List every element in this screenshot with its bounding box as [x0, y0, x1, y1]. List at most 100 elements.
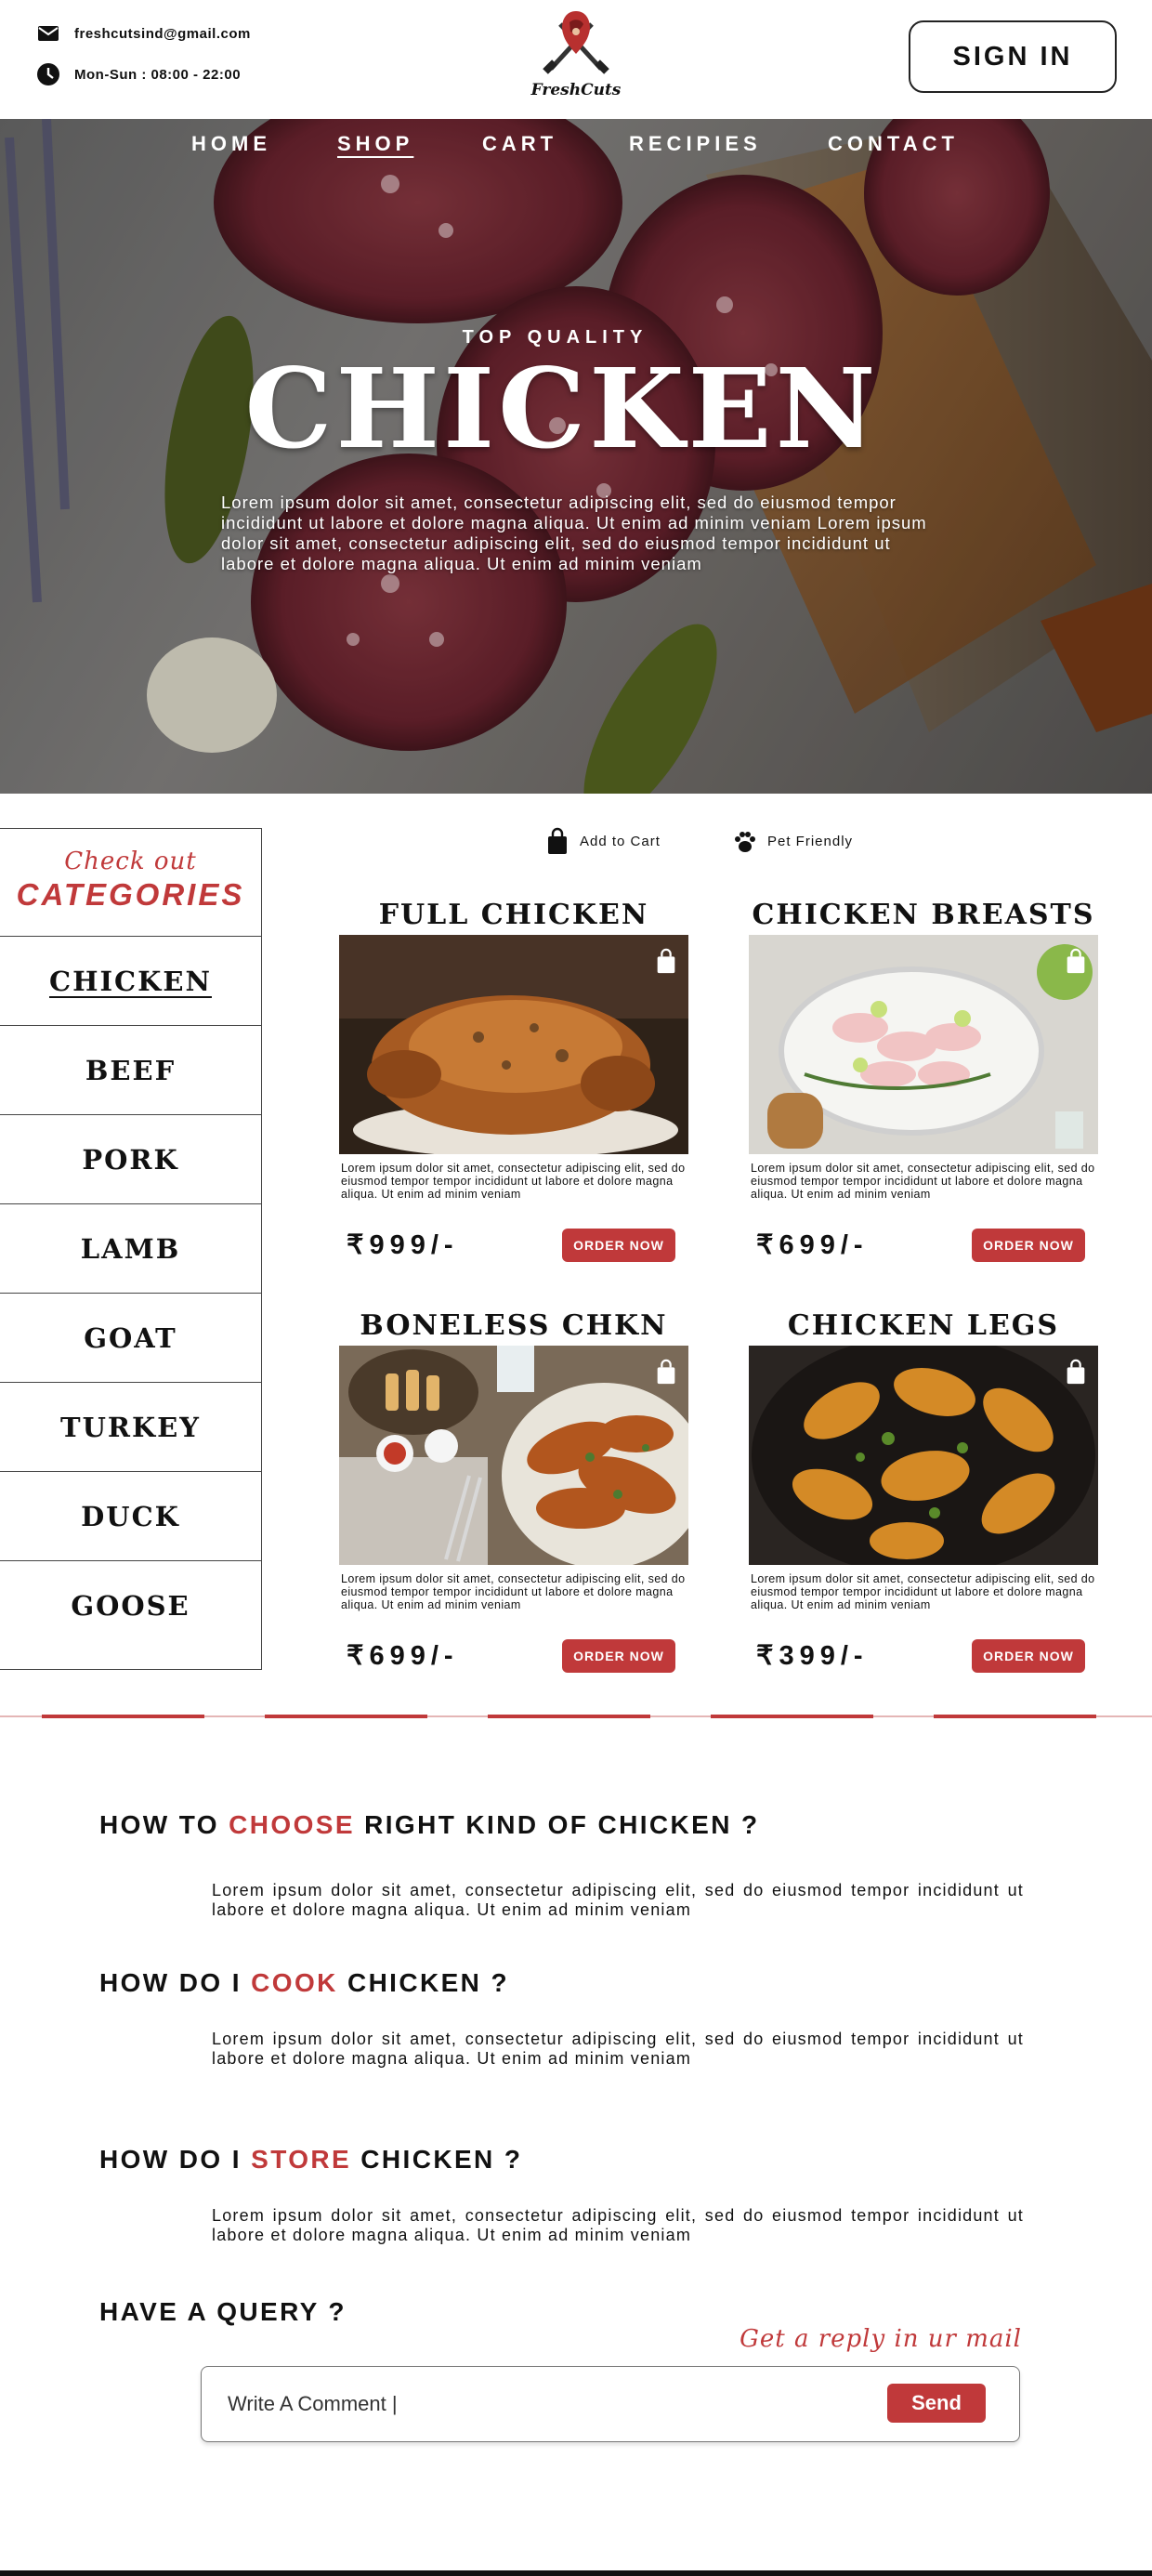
bottom-bar — [0, 2570, 1152, 2576]
product-price: ₹399/- — [756, 1641, 869, 1671]
comment-input[interactable] — [228, 2387, 822, 2421]
divider-segment — [934, 1715, 1096, 1718]
section-divider — [0, 1715, 1152, 1718]
paw-icon — [735, 832, 755, 852]
product-footer: ₹699/- ORDER NOW — [339, 1636, 688, 1678]
faq-question-text: CHICKEN ? — [337, 1968, 509, 1997]
category-lamb[interactable]: LAMB — [0, 1204, 261, 1294]
divider-segment — [42, 1715, 204, 1718]
logo-icon — [543, 11, 609, 74]
category-label: DUCK — [81, 1500, 180, 1532]
faq-question-choose: HOW TO CHOOSE RIGHT KIND OF CHICKEN ? — [99, 1810, 760, 1840]
category-label: PORK — [82, 1143, 179, 1176]
clock-icon — [37, 63, 59, 85]
mail-icon — [38, 26, 59, 41]
shopping-bag-icon[interactable] — [1065, 948, 1087, 974]
send-button[interactable]: Send — [887, 2384, 986, 2423]
product-card-chicken-breasts: CHICKEN BREASTS Lorem ipsum dolor sit am… — [749, 898, 1098, 1268]
boneless-chicken-photo — [339, 1346, 688, 1565]
order-now-button[interactable]: ORDER NOW — [972, 1639, 1085, 1673]
sidebar-header: Check out CATEGORIES — [0, 829, 261, 937]
shopping-bag-icon — [548, 827, 567, 854]
logo-text: FreshCuts — [530, 81, 622, 99]
nav-contact[interactable]: CONTACT — [828, 132, 959, 156]
comment-form: Send — [201, 2366, 1020, 2442]
category-goat[interactable]: GOAT — [0, 1294, 261, 1383]
category-label: BEEF — [85, 1054, 177, 1086]
product-footer: ₹699/- ORDER NOW — [749, 1225, 1098, 1268]
shopping-bag-icon[interactable] — [655, 1359, 677, 1385]
sign-in-button[interactable]: SIGN IN — [909, 20, 1117, 93]
product-image[interactable] — [749, 1346, 1098, 1565]
category-beef[interactable]: BEEF — [0, 1026, 261, 1115]
query-title: HAVE A QUERY ? — [99, 2297, 347, 2326]
legend-add-to-cart: Add to Cart — [546, 827, 661, 855]
category-chicken[interactable]: CHICKEN — [0, 937, 261, 1026]
product-description: Lorem ipsum dolor sit amet, consectetur … — [751, 1572, 1095, 1611]
faq-answer: Lorem ipsum dolor sit amet, consectetur … — [212, 2030, 1024, 2068]
product-footer: ₹999/- ORDER NOW — [339, 1225, 688, 1268]
nav-cart[interactable]: CART — [482, 132, 557, 156]
hero-description: Lorem ipsum dolor sit amet, consectetur … — [221, 493, 927, 573]
chicken-legs-photo — [749, 1346, 1098, 1565]
product-description: Lorem ipsum dolor sit amet, consectetur … — [341, 1572, 686, 1611]
email-text[interactable]: freshcutsind@gmail.com — [74, 26, 251, 42]
product-image[interactable] — [749, 935, 1098, 1154]
faq-answer: Lorem ipsum dolor sit amet, consectetur … — [212, 2206, 1024, 2244]
product-card-full-chicken: FULL CHICKEN Lorem ipsum dolor sit amet,… — [339, 898, 688, 1268]
shopping-bag-icon[interactable] — [1065, 1359, 1087, 1385]
product-title: CHICKEN LEGS — [787, 1309, 1060, 1342]
order-now-button[interactable]: ORDER NOW — [972, 1229, 1085, 1262]
category-turkey[interactable]: TURKEY — [0, 1383, 261, 1472]
roast-chicken-photo — [339, 935, 688, 1154]
nav-recipies[interactable]: RECIPIES — [629, 132, 762, 156]
product-image[interactable] — [339, 1346, 688, 1565]
category-goose[interactable]: GOOSE — [0, 1561, 261, 1650]
category-label: LAMB — [80, 1232, 181, 1265]
product-price: ₹699/- — [756, 1230, 869, 1260]
hero-banner: HOME SHOP CART RECIPIES CONTACT TOP QUAL… — [0, 119, 1152, 794]
add-to-cart-label: Add to Cart — [580, 833, 661, 849]
divider-segment — [711, 1715, 873, 1718]
order-now-button[interactable]: ORDER NOW — [562, 1229, 675, 1262]
category-pork[interactable]: PORK — [0, 1115, 261, 1204]
faq-question-store: HOW DO I STORE CHICKEN ? — [99, 2145, 522, 2175]
faq-question-highlight: CHOOSE — [229, 1810, 355, 1839]
faq-question-highlight: COOK — [251, 1968, 338, 1997]
check-out-label: Check out — [64, 848, 197, 875]
product-card-chicken-legs: CHICKEN LEGS Lorem ipsum dolor sit amet,… — [749, 1308, 1098, 1678]
product-image[interactable] — [339, 935, 688, 1154]
faq-question-cook: HOW DO I COOK CHICKEN ? — [99, 1968, 509, 1998]
email-line: freshcutsind@gmail.com — [35, 20, 251, 46]
nav-home[interactable]: HOME — [191, 132, 271, 156]
product-price: ₹999/- — [347, 1230, 459, 1260]
category-duck[interactable]: DUCK — [0, 1472, 261, 1561]
product-title: BONELESS CHKN — [360, 1309, 668, 1342]
legend-pet-friendly: Pet Friendly — [734, 827, 853, 855]
order-now-button[interactable]: ORDER NOW — [562, 1639, 675, 1673]
product-description: Lorem ipsum dolor sit amet, consectetur … — [751, 1162, 1095, 1201]
categories-title: CATEGORIES — [16, 877, 245, 912]
logo[interactable]: FreshCuts — [530, 4, 622, 108]
chicken-breasts-photo — [749, 935, 1098, 1154]
hero-title: CHICKEN — [244, 344, 880, 473]
product-title: FULL CHICKEN — [378, 899, 649, 931]
hours-line: Mon-Sun : 08:00 - 22:00 — [35, 61, 241, 87]
faq-question-highlight: STORE — [251, 2145, 352, 2174]
faq-question-text: RIGHT KIND OF CHICKEN ? — [354, 1810, 760, 1839]
hours-text: Mon-Sun : 08:00 - 22:00 — [74, 66, 242, 83]
top-bar: freshcutsind@gmail.com Mon-Sun : 08:00 -… — [0, 0, 1152, 119]
shopping-bag-icon[interactable] — [655, 948, 677, 974]
faq-question-text: HOW DO I — [99, 1968, 252, 1997]
faq-answer: Lorem ipsum dolor sit amet, consectetur … — [212, 1881, 1024, 1919]
category-label: GOAT — [84, 1321, 177, 1354]
nav-shop[interactable]: SHOP — [337, 132, 413, 156]
categories-sidebar: Check out CATEGORIES CHICKEN BEEF PORK L… — [0, 828, 262, 1670]
category-label: GOOSE — [71, 1590, 190, 1622]
category-label: TURKEY — [60, 1411, 201, 1443]
category-label: CHICKEN — [49, 965, 212, 997]
product-card-boneless-chkn: BONELESS CHKN Lorem ipsum dolor sit amet… — [339, 1308, 688, 1678]
reply-note: Get a reply in ur mail — [740, 2325, 1022, 2353]
product-footer: ₹399/- ORDER NOW — [749, 1636, 1098, 1678]
product-description: Lorem ipsum dolor sit amet, consectetur … — [341, 1162, 686, 1201]
